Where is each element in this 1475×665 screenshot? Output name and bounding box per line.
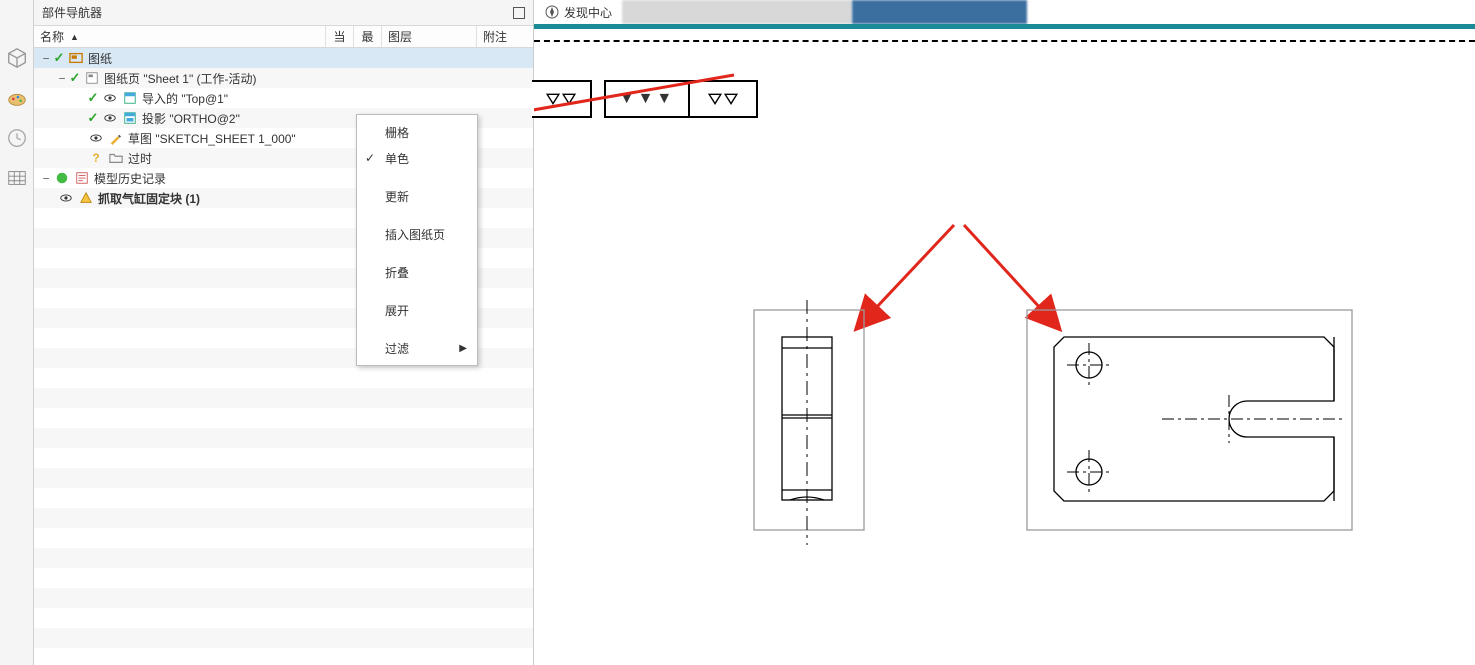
history-icon (74, 170, 90, 186)
ctx-insert-sheet[interactable]: 插入图纸页 (357, 221, 477, 247)
sheet-icon (84, 70, 100, 86)
ctx-expand[interactable]: 展开 (357, 297, 477, 323)
ctx-collapse[interactable]: 折叠 (357, 259, 477, 285)
view-right (1027, 310, 1352, 530)
chevron-right-icon: ▶ (459, 343, 467, 354)
annotation-arrow-2 (874, 225, 954, 310)
ctx-filter[interactable]: 过滤 ▶ (357, 335, 477, 361)
eye-icon[interactable] (102, 110, 118, 126)
maximize-button[interactable] (513, 7, 525, 19)
sort-asc-icon: ▲ (70, 32, 79, 42)
part-warning-icon (78, 190, 94, 206)
ctx-monochrome[interactable]: ✓ 单色 (357, 145, 477, 171)
drawing-svg (534, 0, 1475, 665)
annotation-arrow-3 (964, 225, 1042, 310)
column-current[interactable]: 当 (326, 26, 354, 47)
projection-icon (122, 110, 138, 126)
panel-title: 部件导航器 (42, 4, 102, 21)
check-icon: ✓ (86, 111, 100, 125)
column-header-row: 名称 ▲ 当 最 图层 附注 (34, 26, 533, 48)
part-navigator-panel: 部件导航器 名称 ▲ 当 最 图层 附注 − ✓ 图纸 − ✓ (34, 0, 534, 665)
eye-icon[interactable] (102, 90, 118, 106)
warning-icon: ? (88, 150, 104, 166)
check-icon: ✓ (68, 71, 82, 85)
left-toolbar (0, 0, 34, 665)
tree-label: 导入的 "Top@1" (142, 90, 228, 107)
column-layer[interactable]: 图层 (382, 26, 477, 47)
tree-label: 草图 "SKETCH_SHEET 1_000" (128, 130, 296, 147)
ctx-update[interactable]: 更新 (357, 183, 477, 209)
expander-icon[interactable]: − (40, 172, 52, 185)
folder-icon (108, 150, 124, 166)
column-recent[interactable]: 最 (354, 26, 382, 47)
drawing-canvas[interactable]: 发现中心 ▼▼▼ (534, 0, 1475, 665)
check-icon: ✓ (86, 91, 100, 105)
tree-label: 抓取气缸固定块 (1) (98, 190, 200, 207)
check-icon: ✓ (365, 151, 375, 165)
annotation-arrow-1 (534, 75, 734, 122)
column-annotation[interactable]: 附注 (477, 26, 533, 47)
sketch-icon (108, 130, 124, 146)
tree-label: 图纸 (88, 50, 112, 67)
eye-icon[interactable] (88, 130, 104, 146)
tree-label: 过时 (128, 150, 152, 167)
view-icon (122, 90, 138, 106)
tree-node-imported[interactable]: ✓ 导入的 "Top@1" (34, 88, 533, 108)
tree-node-sheet1[interactable]: − ✓ 图纸页 "Sheet 1" (工作-活动) (34, 68, 533, 88)
ctx-grid[interactable]: 栅格 (357, 119, 477, 145)
palette-icon[interactable] (4, 85, 30, 111)
cube-icon[interactable] (4, 45, 30, 71)
check-icon: ✓ (52, 51, 66, 65)
expander-icon[interactable]: − (56, 72, 68, 85)
expander-icon[interactable]: − (40, 52, 52, 65)
tree-label: 图纸页 "Sheet 1" (工作-活动) (104, 70, 257, 87)
drawing-icon (68, 50, 84, 66)
context-menu: 栅格 ✓ 单色 更新 插入图纸页 折叠 展开 过滤 (356, 114, 478, 366)
view-left (754, 300, 864, 545)
history-status-icon (54, 170, 70, 186)
clock-icon[interactable] (4, 125, 30, 151)
column-name[interactable]: 名称 ▲ (34, 26, 326, 47)
panel-header: 部件导航器 (34, 0, 533, 26)
eye-icon[interactable] (58, 190, 74, 206)
grid-icon[interactable] (4, 165, 30, 191)
tree-node-drawing[interactable]: − ✓ 图纸 (34, 48, 533, 68)
tree-label: 模型历史记录 (94, 170, 166, 187)
tree-label: 投影 "ORTHO@2" (142, 110, 240, 127)
